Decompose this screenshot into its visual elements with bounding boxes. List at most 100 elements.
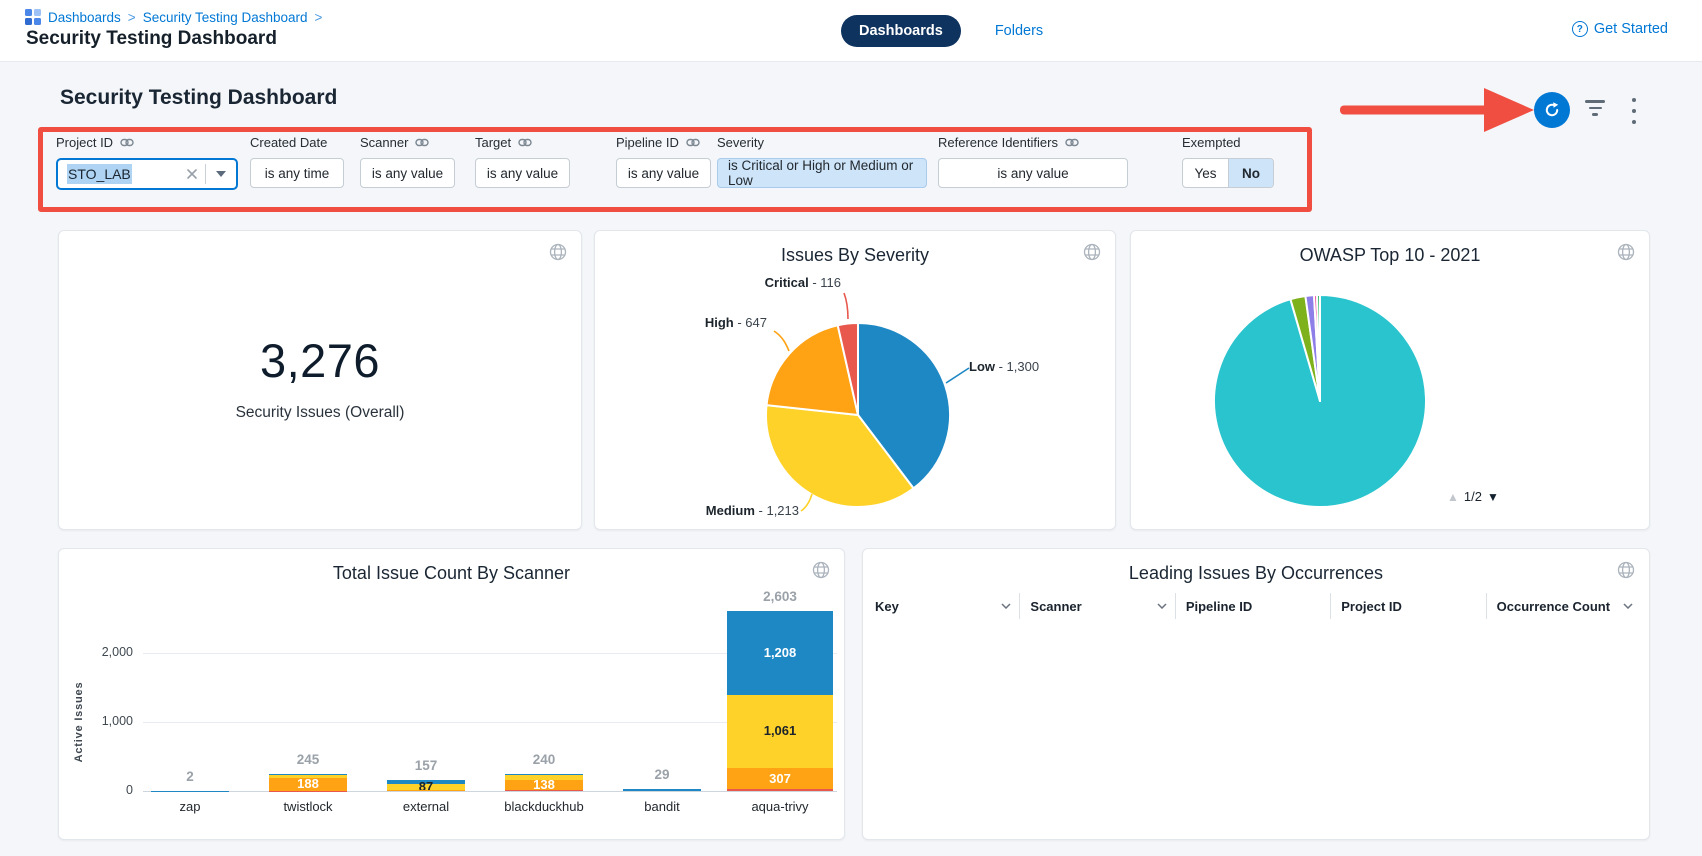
- link-icon: [518, 138, 532, 147]
- get-started-link[interactable]: ? Get Started: [1572, 21, 1668, 37]
- scanner-filter-button[interactable]: is any value: [360, 158, 455, 188]
- dashboard-heading: Security Testing Dashboard: [60, 86, 337, 110]
- card-security-issues-overall: 3,276 Security Issues (Overall): [58, 230, 582, 530]
- severity-pie-chart: Low - 1,300 Medium - 1,213 High - 647 Criti…: [595, 267, 1117, 529]
- filter-reference-identifiers: Reference Identifiers is any value: [938, 134, 1128, 188]
- severity-filter-button[interactable]: is Critical or High or Medium or Low: [717, 158, 927, 188]
- target-filter-button[interactable]: is any value: [475, 158, 570, 188]
- exempted-yes-option[interactable]: Yes: [1183, 159, 1228, 187]
- link-icon: [1065, 138, 1079, 147]
- refresh-icon: [1543, 101, 1561, 119]
- y-axis-label: Active Issues: [73, 642, 89, 802]
- pie-callout-line: [946, 368, 969, 383]
- filter-severity: Severity is Critical or High or Medium o…: [717, 134, 927, 188]
- pie-slice-label: Low - 1,300: [969, 359, 1039, 374]
- tab-folders[interactable]: Folders: [995, 23, 1043, 39]
- breadcrumb-separator: >: [315, 10, 323, 25]
- column-header-project-id[interactable]: Project ID: [1331, 593, 1486, 619]
- filter-label: Exempted: [1182, 135, 1241, 150]
- card-owasp-top10: OWASP Top 10 - 2021 ▲ 1/2 ▼: [1130, 230, 1650, 530]
- gridline: [143, 791, 837, 792]
- header-tabs: Dashboards Folders: [841, 15, 1043, 47]
- bar-external[interactable]: 87: [387, 780, 465, 791]
- filter-scanner: Scanner is any value: [360, 134, 455, 188]
- filter-pipeline-id: Pipeline ID is any value: [616, 134, 711, 188]
- bar-segment-low[interactable]: [623, 789, 701, 791]
- bar-segment-low[interactable]: 1,208: [727, 611, 833, 694]
- filter-label: Created Date: [250, 135, 327, 150]
- pie-slice-label: High - 647: [705, 315, 767, 330]
- get-started-label: Get Started: [1594, 21, 1668, 37]
- chevron-down-icon[interactable]: [206, 171, 236, 177]
- bar-aqua-trivy[interactable]: 1,208 1,061 307: [727, 611, 833, 791]
- bar-segment-high[interactable]: 188: [269, 778, 347, 791]
- column-label: Scanner: [1030, 599, 1081, 614]
- page-title: Security Testing Dashboard: [26, 28, 277, 50]
- scanner-bar-chart: 01,0002,000Active Issues2zap188245twistl…: [59, 549, 844, 839]
- bar-segment-high[interactable]: [387, 790, 465, 791]
- globe-icon[interactable]: [1617, 561, 1635, 584]
- bar-total-label: 2,603: [720, 589, 840, 604]
- column-header-pipeline-id[interactable]: Pipeline ID: [1176, 593, 1331, 619]
- bar-segment-critical[interactable]: [727, 789, 833, 791]
- filter-target: Target is any value: [475, 134, 570, 188]
- bar-segment-high[interactable]: 138: [505, 780, 583, 790]
- pipeline-id-filter-button[interactable]: is any value: [616, 158, 711, 188]
- bar-segment-value: 188: [269, 777, 347, 791]
- column-label: Project ID: [1341, 599, 1402, 614]
- bar-segment-high[interactable]: 307: [727, 768, 833, 789]
- filter-exempted: Exempted Yes No: [1182, 134, 1274, 188]
- pie-slice-label: Medium - 1,213: [706, 503, 799, 518]
- bar-segment-medium[interactable]: 1,061: [727, 695, 833, 768]
- created-date-filter-button[interactable]: is any time: [250, 158, 344, 188]
- app-header: Dashboards > Security Testing Dashboard …: [0, 0, 1702, 62]
- bar-blackduckhub[interactable]: 138: [505, 774, 583, 791]
- reference-identifiers-filter-button[interactable]: is any value: [938, 158, 1128, 188]
- x-category-label: aqua-trivy: [710, 799, 850, 814]
- bar-segment-value: 307: [727, 772, 833, 786]
- globe-icon[interactable]: [549, 243, 567, 266]
- page-down-icon[interactable]: ▼: [1487, 490, 1499, 504]
- sort-chevron-icon: [1001, 603, 1011, 609]
- filter-project-id: Project ID STO_LAB: [56, 134, 238, 190]
- bar-bandit[interactable]: [623, 789, 701, 791]
- bar-total-label: 240: [484, 752, 604, 767]
- clear-icon[interactable]: [179, 168, 205, 180]
- column-header-key[interactable]: Key: [873, 593, 1020, 619]
- filter-label: Scanner: [360, 135, 408, 150]
- link-icon: [415, 138, 429, 147]
- filter-label: Target: [475, 135, 511, 150]
- more-options-button[interactable]: [1630, 98, 1638, 124]
- tab-dashboards[interactable]: Dashboards: [841, 15, 961, 47]
- pie-slice-label: Critical - 116: [765, 275, 841, 290]
- filter-bar: Project ID STO_LAB Created Date is any t…: [0, 134, 1702, 208]
- dashboards-grid-icon: [25, 9, 41, 25]
- pie-callout-line: [774, 331, 789, 351]
- exempted-no-option[interactable]: No: [1228, 159, 1273, 187]
- filter-created-date: Created Date is any time: [250, 134, 344, 188]
- column-header-scanner[interactable]: Scanner: [1020, 593, 1175, 619]
- dashboard-filters-button[interactable]: [1584, 100, 1606, 120]
- column-header-occurrence-count[interactable]: Occurrence Count: [1487, 593, 1641, 619]
- link-icon: [120, 138, 134, 147]
- breadcrumb-current-dashboard[interactable]: Security Testing Dashboard: [143, 10, 308, 25]
- pie-callout-line: [844, 293, 848, 319]
- breadcrumb: Dashboards > Security Testing Dashboard …: [25, 9, 322, 25]
- bar-segment-critical[interactable]: [505, 790, 583, 791]
- bar-segment-value: 1,061: [727, 724, 833, 738]
- link-icon: [686, 138, 700, 147]
- filter-label: Pipeline ID: [616, 135, 679, 150]
- page-indicator: 1/2: [1464, 489, 1482, 504]
- column-label: Key: [875, 599, 899, 614]
- globe-icon[interactable]: [1083, 243, 1101, 266]
- column-label: Occurrence Count: [1497, 599, 1610, 614]
- bar-total-label: 245: [248, 752, 368, 767]
- breadcrumb-dashboards[interactable]: Dashboards: [48, 10, 121, 25]
- bar-twistlock[interactable]: 188: [269, 774, 347, 791]
- owasp-pie-chart: [1131, 231, 1651, 531]
- overall-issues-label: Security Issues (Overall): [59, 404, 581, 422]
- refresh-button[interactable]: [1534, 92, 1570, 128]
- page-up-icon[interactable]: ▲: [1447, 490, 1459, 504]
- bar-segment-value: 1,208: [727, 646, 833, 660]
- project-id-input[interactable]: STO_LAB: [56, 158, 238, 190]
